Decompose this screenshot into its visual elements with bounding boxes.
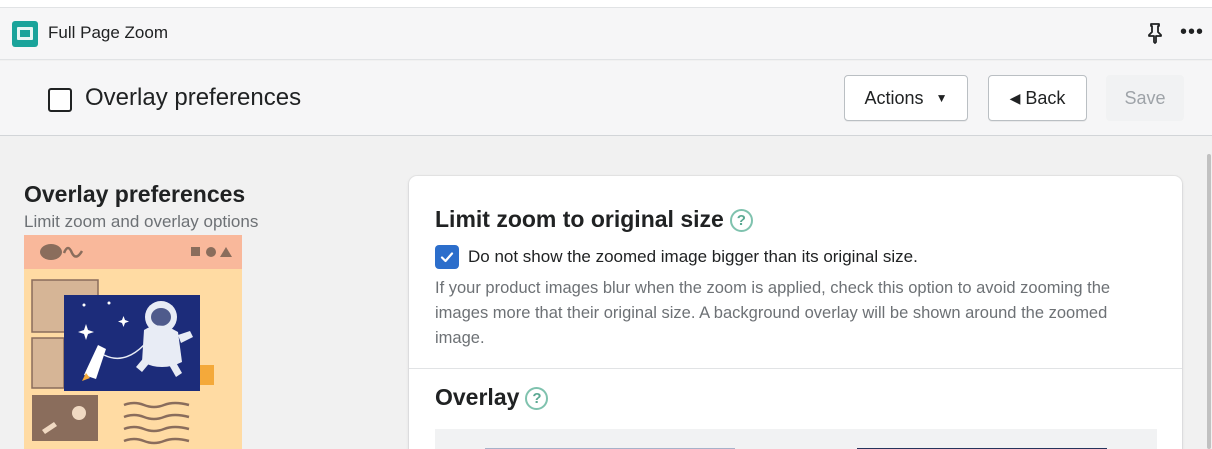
app-logo-icon xyxy=(12,21,38,47)
limit-zoom-help-text: If your product images blur when the zoo… xyxy=(435,279,1111,347)
overlay-title: Overlay xyxy=(435,384,520,410)
limit-zoom-option[interactable]: Do not show the zoomed image bigger than… xyxy=(435,245,918,269)
overlay-heading: Overlay? xyxy=(435,384,549,411)
checkmark-icon xyxy=(440,252,454,263)
scrollbar-thumb[interactable] xyxy=(1207,154,1211,449)
help-icon[interactable]: ? xyxy=(729,209,753,232)
help-icon[interactable]: ? xyxy=(525,387,549,410)
browser-top-edge xyxy=(0,0,1212,8)
back-arrow-icon: ◀ xyxy=(1009,89,1021,106)
limit-zoom-checkbox[interactable] xyxy=(435,245,459,269)
back-button-label: Back xyxy=(1025,87,1066,108)
limit-zoom-heading: Limit zoom to original size? xyxy=(435,206,753,233)
section-subtitle: Limit zoom and overlay options xyxy=(24,212,259,231)
back-button[interactable]: ◀ Back xyxy=(988,75,1087,121)
limit-zoom-card: Limit zoom to original size? Do not show… xyxy=(409,176,1182,449)
section-title: Overlay preferences xyxy=(24,181,246,207)
header-checkbox-icon xyxy=(48,88,72,112)
limit-zoom-title: Limit zoom to original size xyxy=(435,206,724,232)
page-header: Overlay preferences Actions ▼ ◀ Back Sav… xyxy=(0,61,1212,136)
actions-button[interactable]: Actions ▼ xyxy=(844,75,968,121)
save-button[interactable]: Save xyxy=(1106,75,1184,121)
actions-button-label: Actions xyxy=(864,87,924,108)
caret-down-icon: ▼ xyxy=(935,91,948,105)
overlay-illustration xyxy=(24,235,242,449)
app-bar: Full Page Zoom ••• xyxy=(0,8,1212,60)
overlay-preview xyxy=(435,429,1157,449)
pin-icon[interactable] xyxy=(1146,22,1164,44)
save-button-label: Save xyxy=(1124,87,1166,108)
limit-zoom-checkbox-label[interactable]: Do not show the zoomed image bigger than… xyxy=(468,247,918,267)
page-title: Overlay preferences xyxy=(85,84,302,111)
card-divider xyxy=(409,368,1182,369)
more-options-icon[interactable]: ••• xyxy=(1180,22,1204,42)
app-title: Full Page Zoom xyxy=(48,23,168,42)
